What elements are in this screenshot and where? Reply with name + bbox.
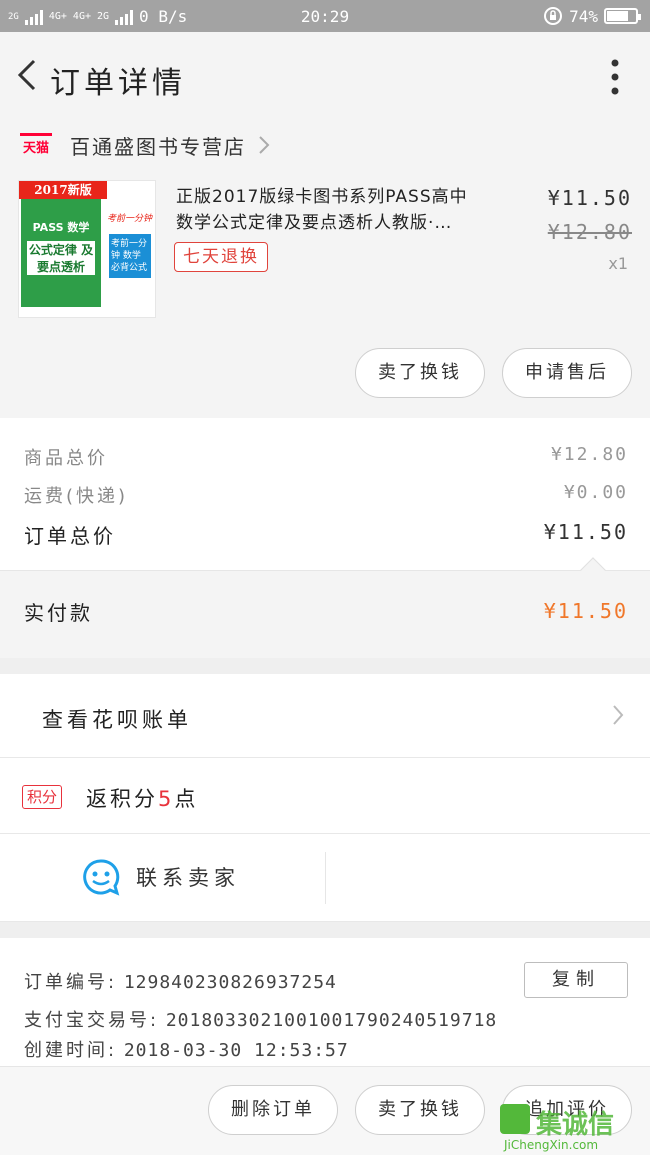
alipay-number-value: 2018033021001001790240519718 (165, 1010, 498, 1031)
status-bar: 2G 4G+ 4G+ 2G 0 B/s 20:29 74% (0, 0, 650, 32)
watermark-logo-icon (500, 1104, 530, 1134)
vertical-divider (325, 852, 326, 904)
watermark-text: 集诚信 (536, 1110, 615, 1140)
shipping-row: 运费(快递) ¥0.00 (24, 482, 628, 508)
battery-fill (607, 11, 628, 21)
status-right: 74% (543, 6, 641, 26)
order-number-value: 129840230826937254 (123, 972, 337, 993)
order-number-line: 订单编号: 129840230826937254 (24, 968, 337, 994)
product-original-price: ¥12.80 (547, 220, 632, 244)
cover-side-box: 考前一分钟 数学必背公式 (107, 232, 153, 280)
goods-total-label: 商品总价 (24, 448, 108, 469)
order-total-value: ¥11.50 (543, 520, 628, 544)
points-amount: 5 (158, 787, 175, 811)
cover-book: PASS 数学 公式定律 及要点透析 (21, 199, 101, 307)
created-time-label: 创建时间: (24, 1040, 118, 1061)
order-total-label: 订单总价 (24, 524, 116, 548)
paid-value: ¥11.50 (543, 599, 628, 623)
cover-side-heading: 考前一分钟 (107, 214, 153, 224)
product-title[interactable]: 正版2017版绿卡图书系列PASS高中 数学公式定律及要点透析人教版·… (176, 184, 516, 236)
store-name[interactable]: 百通盛图书专营店 (70, 131, 246, 160)
cover-side-book: 考前一分钟 考前一分钟 数学必背公式 (107, 211, 153, 301)
points-row: 积分 返积分5点 (0, 758, 650, 834)
points-text-suffix: 点 (174, 787, 199, 811)
points-badge: 积分 (22, 785, 63, 809)
page-title: 订单详情 (50, 66, 186, 101)
product-title-line-2: 数学公式定律及要点透析人教版·… (176, 213, 453, 233)
paid-label: 实付款 (24, 601, 93, 625)
tmall-logo-icon: 天猫 (20, 133, 52, 157)
shipping-value: ¥0.00 (563, 482, 628, 503)
paid-amount-row: 实付款 ¥11.50 (0, 557, 650, 658)
points-text-prefix: 返积分 (86, 787, 158, 811)
product-quantity: x1 (608, 254, 628, 273)
created-time-line: 创建时间: 2018-03-30 12:53:57 (24, 1036, 349, 1062)
copy-button[interactable]: 复制 (524, 962, 628, 998)
battery-icon (604, 8, 641, 24)
huabei-bill-row[interactable]: 查看花呗账单 (0, 674, 650, 758)
contact-row: 联系卖家 (0, 834, 650, 922)
product-price: ¥11.50 (547, 186, 632, 210)
order-info: 订单编号: 129840230826937254 复制 支付宝交易号: 2018… (0, 938, 650, 1066)
contact-seller-button[interactable]: 联系卖家 (136, 862, 240, 892)
back-arrow-icon[interactable] (12, 58, 46, 92)
alipay-number-label: 支付宝交易号: (24, 1010, 160, 1031)
created-time-value: 2018-03-30 12:53:57 (123, 1040, 349, 1061)
cover-banner: 2017新版 (19, 181, 107, 199)
goods-total-row: 商品总价 ¥12.80 (24, 444, 628, 470)
chat-bubble-icon[interactable] (82, 858, 120, 896)
chevron-right-icon (259, 136, 270, 154)
cover-book-title: PASS 数学 (32, 221, 90, 234)
huabei-label: 查看花呗账单 (42, 708, 192, 732)
rotation-lock-icon (544, 7, 563, 25)
sell-exchange-bottom-button[interactable]: 卖了换钱 (355, 1085, 485, 1135)
watermark: 集诚信 JiChengXin.com (500, 1104, 640, 1154)
order-number-label: 订单编号: (24, 972, 118, 993)
price-summary: 商品总价 ¥12.80 运费(快递) ¥0.00 订单总价 ¥11.50 (0, 418, 650, 570)
store-row[interactable]: 天猫 百通盛图书专营店 (0, 120, 650, 170)
after-sale-button[interactable]: 申请售后 (502, 348, 632, 398)
cover-book-subtitle: 公式定律 及要点透析 (27, 241, 95, 275)
chevron-right-icon (613, 705, 624, 725)
more-menu-icon[interactable] (610, 59, 620, 95)
product-image[interactable]: 2017新版 PASS 数学 公式定律 及要点透析 考前一分钟 考前一分钟 数学… (18, 180, 156, 318)
return-policy-tag: 七天退换 (174, 242, 268, 272)
product-card: 2017新版 PASS 数学 公式定律 及要点透析 考前一分钟 考前一分钟 数学… (0, 170, 650, 418)
alipay-number-line: 支付宝交易号: 2018033021001001790240519718 (24, 1006, 497, 1032)
product-title-line-1: 正版2017版绿卡图书系列PASS高中 (176, 187, 468, 207)
app-header: 订单详情 (0, 32, 650, 120)
section-divider (0, 922, 650, 938)
delete-order-button[interactable]: 删除订单 (208, 1085, 338, 1135)
battery-percent: 74% (569, 6, 598, 26)
watermark-url: JiChengXin.com (504, 1138, 599, 1152)
order-total-row: 订单总价 ¥11.50 (24, 520, 628, 549)
sell-exchange-button[interactable]: 卖了换钱 (355, 348, 485, 398)
section-divider (0, 658, 650, 674)
shipping-label: 运费(快递) (24, 486, 129, 507)
points-text: 返积分5点 (86, 783, 198, 813)
goods-total-value: ¥12.80 (550, 444, 628, 465)
